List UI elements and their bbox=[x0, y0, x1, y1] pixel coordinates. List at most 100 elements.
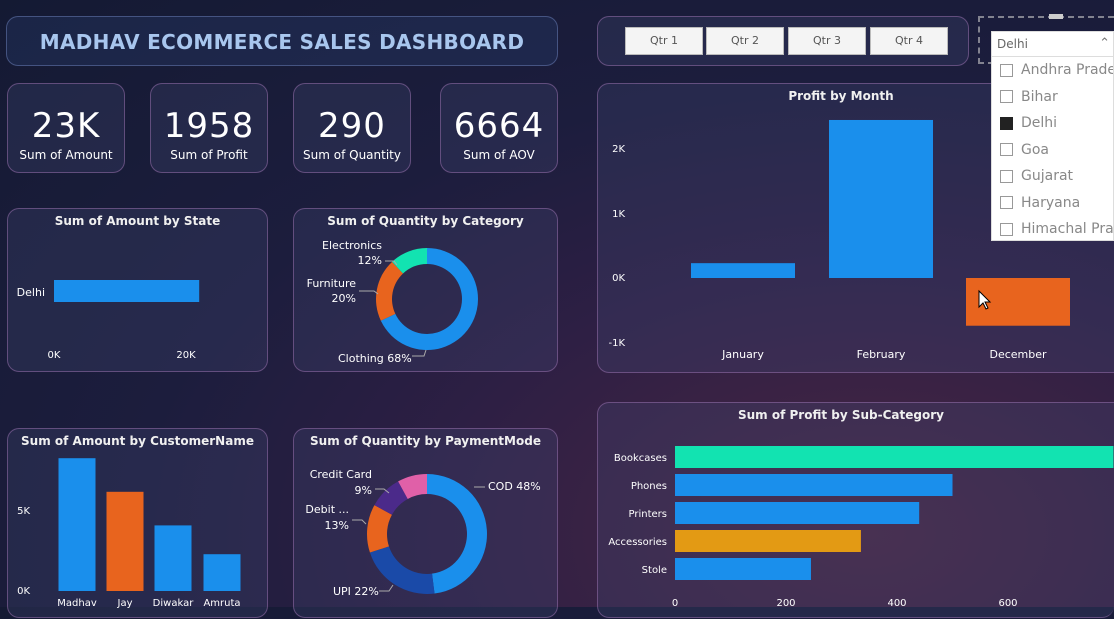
tick-label: 0K bbox=[17, 586, 30, 597]
kpi-value: 1958 bbox=[163, 106, 255, 146]
dashboard-title: MADHAV ECOMMERCE SALES DASHBOARD bbox=[39, 30, 525, 54]
category-label: Accessories bbox=[608, 537, 667, 548]
amount-by-customer-card[interactable]: Sum of Amount by CustomerName 0K 5K Madh… bbox=[7, 428, 268, 618]
label-cod: COD 48% bbox=[488, 480, 541, 493]
bar-printers[interactable] bbox=[675, 502, 920, 524]
label-furniture-name: Furniture bbox=[307, 277, 357, 290]
bar-stole[interactable] bbox=[675, 558, 811, 580]
slicer-option-delhi[interactable]: Delhi bbox=[992, 110, 1113, 137]
checkbox[interactable] bbox=[1000, 196, 1013, 210]
category-label: Bookcases bbox=[614, 453, 667, 464]
kpi-value: 6664 bbox=[453, 106, 545, 146]
quantity-by-category-card[interactable]: Sum of Quantity by Category Electronics 1… bbox=[293, 208, 558, 372]
amount-by-customer-chart[interactable]: 0K 5K Madhav Jay Diwakar Amruta bbox=[8, 429, 269, 619]
kpi-label: Sum of Profit bbox=[170, 148, 248, 162]
label-electronics-name: Electronics bbox=[322, 239, 382, 252]
leader-line bbox=[379, 584, 394, 592]
kpi-sum-of-profit[interactable]: 1958 Sum of Profit bbox=[150, 83, 268, 173]
kpi-sum-of-amount[interactable]: 23K Sum of Amount bbox=[7, 83, 125, 173]
tick-label: 2K bbox=[612, 144, 625, 155]
kpi-label: Sum of AOV bbox=[463, 148, 535, 162]
profit-by-subcategory-card[interactable]: Sum of Profit by Sub-Category Bookcases … bbox=[597, 402, 1114, 618]
label-electronics-pct: 12% bbox=[358, 254, 382, 267]
slicer-option-bihar[interactable]: Bihar bbox=[992, 84, 1113, 111]
category-label: December bbox=[989, 348, 1047, 361]
tick-label: 600 bbox=[998, 598, 1017, 609]
tick-label: 400 bbox=[887, 598, 906, 609]
bar-bookcases[interactable] bbox=[675, 446, 1114, 468]
label-upi: UPI 22% bbox=[333, 585, 379, 598]
slice-upi[interactable] bbox=[369, 546, 435, 594]
slicer-option-goa[interactable]: Goa bbox=[992, 137, 1113, 164]
category-label: Stole bbox=[642, 565, 667, 576]
chevron-up-icon[interactable]: ⌃ bbox=[1099, 32, 1110, 56]
option-label: Himachal Pra... bbox=[1021, 221, 1113, 238]
checkbox[interactable] bbox=[1000, 63, 1013, 77]
bar-amruta[interactable] bbox=[203, 554, 241, 591]
checkbox[interactable] bbox=[1000, 169, 1013, 183]
state-slicer-selected: Delhi bbox=[997, 37, 1028, 51]
label-electronics: Electronics 12% bbox=[322, 239, 382, 267]
tick-label: 0K bbox=[48, 350, 61, 361]
kpi-label: Sum of Quantity bbox=[303, 148, 401, 162]
slice-cod[interactable] bbox=[427, 474, 488, 594]
slicer-option-himachal-pradesh[interactable]: Himachal Pra... bbox=[992, 216, 1113, 243]
tick-label: -1K bbox=[608, 338, 625, 349]
label-credit-card-name: Credit Card bbox=[310, 468, 372, 481]
resize-handle[interactable] bbox=[1049, 14, 1063, 19]
state-slicer-header[interactable]: Delhi ⌃ bbox=[992, 32, 1113, 57]
option-label: Bihar bbox=[1021, 88, 1058, 105]
category-label: Jay bbox=[117, 598, 133, 609]
bar-delhi[interactable] bbox=[54, 280, 200, 302]
label-furniture: Furniture 20% bbox=[307, 277, 357, 305]
bar-diwakar[interactable] bbox=[154, 525, 192, 591]
tick-label: 0 bbox=[672, 598, 678, 609]
category-label: Delhi bbox=[17, 286, 45, 299]
category-label: Printers bbox=[629, 509, 667, 520]
checkbox-checked[interactable] bbox=[1000, 116, 1013, 130]
amount-by-state-chart[interactable]: Delhi 0K 20K bbox=[8, 209, 269, 373]
checkbox[interactable] bbox=[1000, 222, 1013, 236]
category-label: February bbox=[857, 348, 906, 361]
label-credit-card-pct: 9% bbox=[355, 484, 372, 497]
option-label: Haryana bbox=[1021, 194, 1081, 211]
slicer-option-haryana[interactable]: Haryana bbox=[992, 190, 1113, 217]
quantity-by-paymentmode-chart[interactable]: COD 48% Credit Card 9% Debit ... 13% UPI 2… bbox=[294, 429, 559, 619]
qtr2-button[interactable]: Qtr 2 bbox=[706, 27, 784, 55]
bar-madhav[interactable] bbox=[58, 458, 96, 591]
category-label: Amruta bbox=[203, 598, 240, 609]
tick-label: 1K bbox=[612, 209, 625, 220]
kpi-sum-of-quantity[interactable]: 290 Sum of Quantity bbox=[293, 83, 411, 173]
slicer-option-andhra-pradesh[interactable]: Andhra Prade... bbox=[992, 57, 1113, 84]
bar-phones[interactable] bbox=[675, 474, 953, 496]
option-label: Delhi bbox=[1021, 115, 1058, 132]
label-debit-name: Debit ... bbox=[305, 503, 349, 516]
kpi-sum-of-aov[interactable]: 6664 Sum of AOV bbox=[440, 83, 558, 173]
bar-accessories[interactable] bbox=[675, 530, 861, 552]
quantity-by-paymentmode-card[interactable]: Sum of Quantity by PaymentMode COD 48% C… bbox=[293, 428, 558, 618]
checkbox[interactable] bbox=[1000, 143, 1013, 157]
label-credit-card: Credit Card 9% bbox=[310, 468, 372, 497]
bar-january[interactable] bbox=[691, 263, 795, 278]
label-debit-pct: 13% bbox=[325, 519, 349, 532]
dashboard-title-card: MADHAV ECOMMERCE SALES DASHBOARD bbox=[6, 16, 558, 66]
option-label: Andhra Prade... bbox=[1021, 62, 1113, 79]
slice-furniture[interactable] bbox=[376, 261, 404, 321]
qtr3-button[interactable]: Qtr 3 bbox=[788, 27, 866, 55]
quantity-by-category-chart[interactable]: Electronics 12% Furniture 20% Clothing 68% bbox=[294, 209, 559, 373]
checkbox[interactable] bbox=[1000, 90, 1013, 104]
profit-by-subcategory-chart[interactable]: Bookcases Phones Printers Accessories St… bbox=[598, 403, 1114, 619]
leader-line bbox=[412, 349, 427, 357]
state-slicer[interactable]: Delhi ⌃ Andhra Prade... Bihar Delhi Goa … bbox=[991, 31, 1114, 241]
category-label: January bbox=[721, 348, 764, 361]
amount-by-state-card[interactable]: Sum of Amount by State Delhi 0K 20K bbox=[7, 208, 268, 372]
tick-label: 20K bbox=[176, 350, 196, 361]
bar-february[interactable] bbox=[829, 119, 933, 278]
slicer-option-gujarat[interactable]: Gujarat bbox=[992, 163, 1113, 190]
leader-line bbox=[352, 519, 367, 525]
option-label: Gujarat bbox=[1021, 168, 1074, 185]
bar-jay[interactable] bbox=[106, 491, 144, 591]
qtr4-button[interactable]: Qtr 4 bbox=[870, 27, 948, 55]
qtr1-button[interactable]: Qtr 1 bbox=[625, 27, 703, 55]
label-clothing: Clothing 68% bbox=[338, 352, 412, 365]
